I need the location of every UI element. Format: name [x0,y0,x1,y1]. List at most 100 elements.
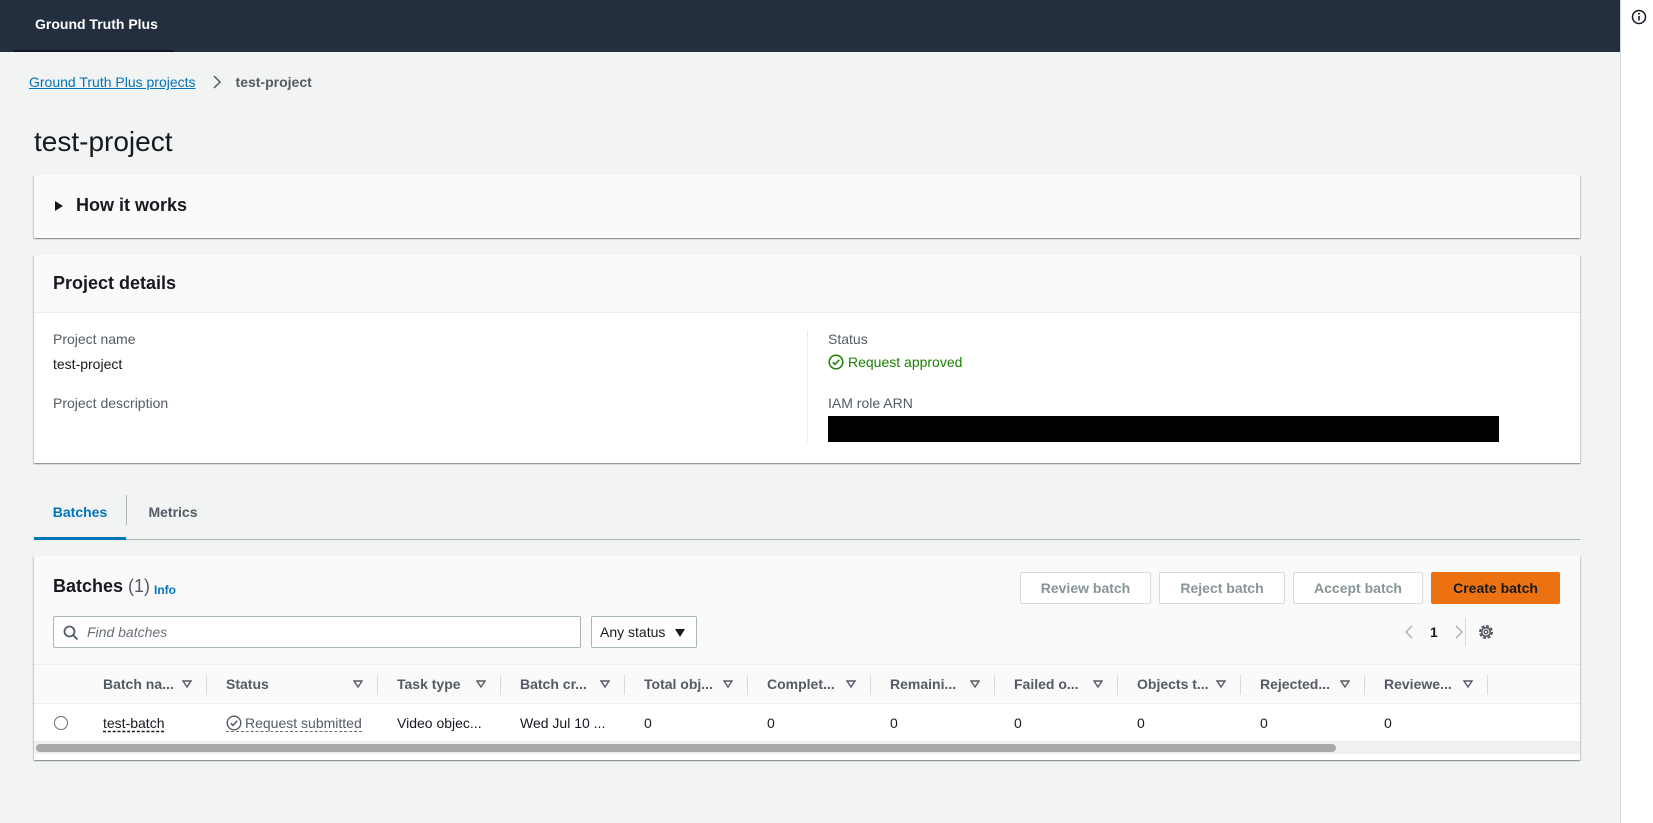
search-box [53,616,581,648]
page-title: test-project [34,126,173,157]
search-icon [63,625,79,641]
sort-caret-icon[interactable] [1463,680,1473,688]
status-text: Request approved [848,354,963,370]
caret-right-icon [55,200,63,211]
column-resizer[interactable] [994,675,995,695]
help-panel-rail [1620,0,1653,823]
project-description-label: Project description [53,395,169,411]
info-circle-icon[interactable] [1631,9,1647,25]
batch-created-cell: Wed Jul 10 ... [520,715,606,731]
column-header-batch-created[interactable]: Batch cr... [520,665,588,703]
project-details-header: Project details [34,255,1580,313]
page-number[interactable]: 1 [1430,624,1438,640]
breadcrumb: Ground Truth Plus projects test-project [29,74,312,90]
horizontal-scrollbar[interactable] [34,742,1580,754]
status-filter-select[interactable]: Any status [591,616,697,648]
column-resizer[interactable] [624,675,625,695]
column-resizer[interactable] [377,675,378,695]
failed-objects-cell: 0 [1014,715,1022,731]
column-resizer[interactable] [1117,675,1118,695]
row-select-radio[interactable] [54,716,68,730]
batch-name-cell: test-batch [103,704,203,742]
scrollbar-thumb[interactable] [36,744,1336,752]
app-title[interactable]: Ground Truth Plus [35,16,158,32]
column-resizer[interactable] [870,675,871,695]
breadcrumb-link-projects[interactable]: Ground Truth Plus projects [29,74,196,90]
info-link[interactable]: Info [154,583,176,597]
sort-caret-icon[interactable] [970,680,980,688]
sort-caret-icon[interactable] [723,680,733,688]
tab-metrics[interactable]: Metrics [127,495,219,540]
task-type-cell: Video objec... [397,715,482,731]
column-resizer[interactable] [747,675,748,695]
status-value: Request approved [828,354,962,370]
table-header: Batch na... Status Task type Batch cr...… [34,664,1580,704]
gear-icon[interactable] [1477,623,1495,641]
column-header-remaining[interactable]: Remaini... [890,665,962,703]
sort-caret-icon[interactable] [1216,680,1226,688]
how-it-works-toggle[interactable]: How it works [54,195,187,216]
check-circle-icon [226,714,242,731]
accept-batch-button[interactable]: Accept batch [1293,572,1423,604]
batches-header: Batches (1) Info Review batch Reject bat… [34,556,1580,664]
column-header-rejected[interactable]: Rejected... [1260,665,1332,703]
how-it-works-label: How it works [76,195,188,215]
column-header-failed-objects[interactable]: Failed o... [1014,665,1086,703]
sort-caret-icon[interactable] [353,680,363,688]
batches-panel: Batches (1) Info Review batch Reject bat… [34,556,1580,760]
column-resizer[interactable] [500,675,501,695]
project-name-label: Project name [53,331,136,347]
batch-status-text: Request submitted [245,714,362,731]
column-header-batch-name[interactable]: Batch na... [103,665,177,703]
batches-title-text: Batches [53,576,124,596]
tab-batches[interactable]: Batches [34,495,126,540]
batch-name-link[interactable]: test-batch [103,715,164,731]
top-navigation-bar: Ground Truth Plus [0,0,1620,52]
column-resizer[interactable] [1240,675,1241,695]
column-header-objects-to[interactable]: Objects t... [1137,665,1209,703]
column-header-task-type[interactable]: Task type [397,665,477,703]
chevron-left-icon[interactable] [1402,625,1416,639]
column-resizer[interactable] [1364,675,1365,695]
table-row[interactable]: test-batch Request submitted Video objec… [34,704,1580,742]
sort-caret-icon[interactable] [182,680,192,688]
review-batch-button[interactable]: Review batch [1020,572,1151,604]
column-header-status[interactable]: Status [226,665,336,703]
column-header-completed[interactable]: Complet... [767,665,839,703]
create-batch-button[interactable]: Create batch [1431,572,1560,604]
batches-title: Batches (1) [53,576,150,597]
chevron-right-icon[interactable] [1452,625,1466,639]
sort-caret-icon[interactable] [1093,680,1103,688]
batch-status-cell: Request submitted [226,704,376,742]
column-resizer[interactable] [1487,675,1488,695]
sort-caret-icon[interactable] [476,680,486,688]
status-label: Status [828,331,868,347]
pagination: 1 [1402,618,1466,646]
sort-caret-icon[interactable] [600,680,610,688]
iam-role-value-redacted [828,416,1499,442]
project-name-value: test-project [53,356,123,372]
chevron-right-icon [213,75,221,89]
completed-cell: 0 [767,715,775,731]
how-it-works-panel: How it works [34,175,1580,238]
batches-count: (1) [128,576,151,596]
pager-divider [1465,618,1466,646]
objects-to-cell: 0 [1137,715,1145,731]
check-circle-icon [828,354,844,370]
sort-caret-icon[interactable] [846,680,856,688]
column-divider [807,330,808,442]
batch-status[interactable]: Request submitted [226,715,362,732]
breadcrumb-current: test-project [235,74,312,90]
column-header-reviewed[interactable]: Reviewe... [1384,665,1456,703]
status-filter-value: Any status [600,624,666,640]
column-header-total-objects[interactable]: Total obj... [644,665,716,703]
active-nav-indicator [14,50,174,52]
reject-batch-button[interactable]: Reject batch [1159,572,1285,604]
tab-bar: Batches Metrics [34,495,1580,540]
search-input[interactable] [85,617,575,647]
sort-caret-icon[interactable] [1340,680,1350,688]
project-details-title: Project details [53,273,177,293]
column-resizer[interactable] [206,675,207,695]
reviewed-cell: 0 [1384,715,1392,731]
iam-role-label: IAM role ARN [828,395,913,411]
